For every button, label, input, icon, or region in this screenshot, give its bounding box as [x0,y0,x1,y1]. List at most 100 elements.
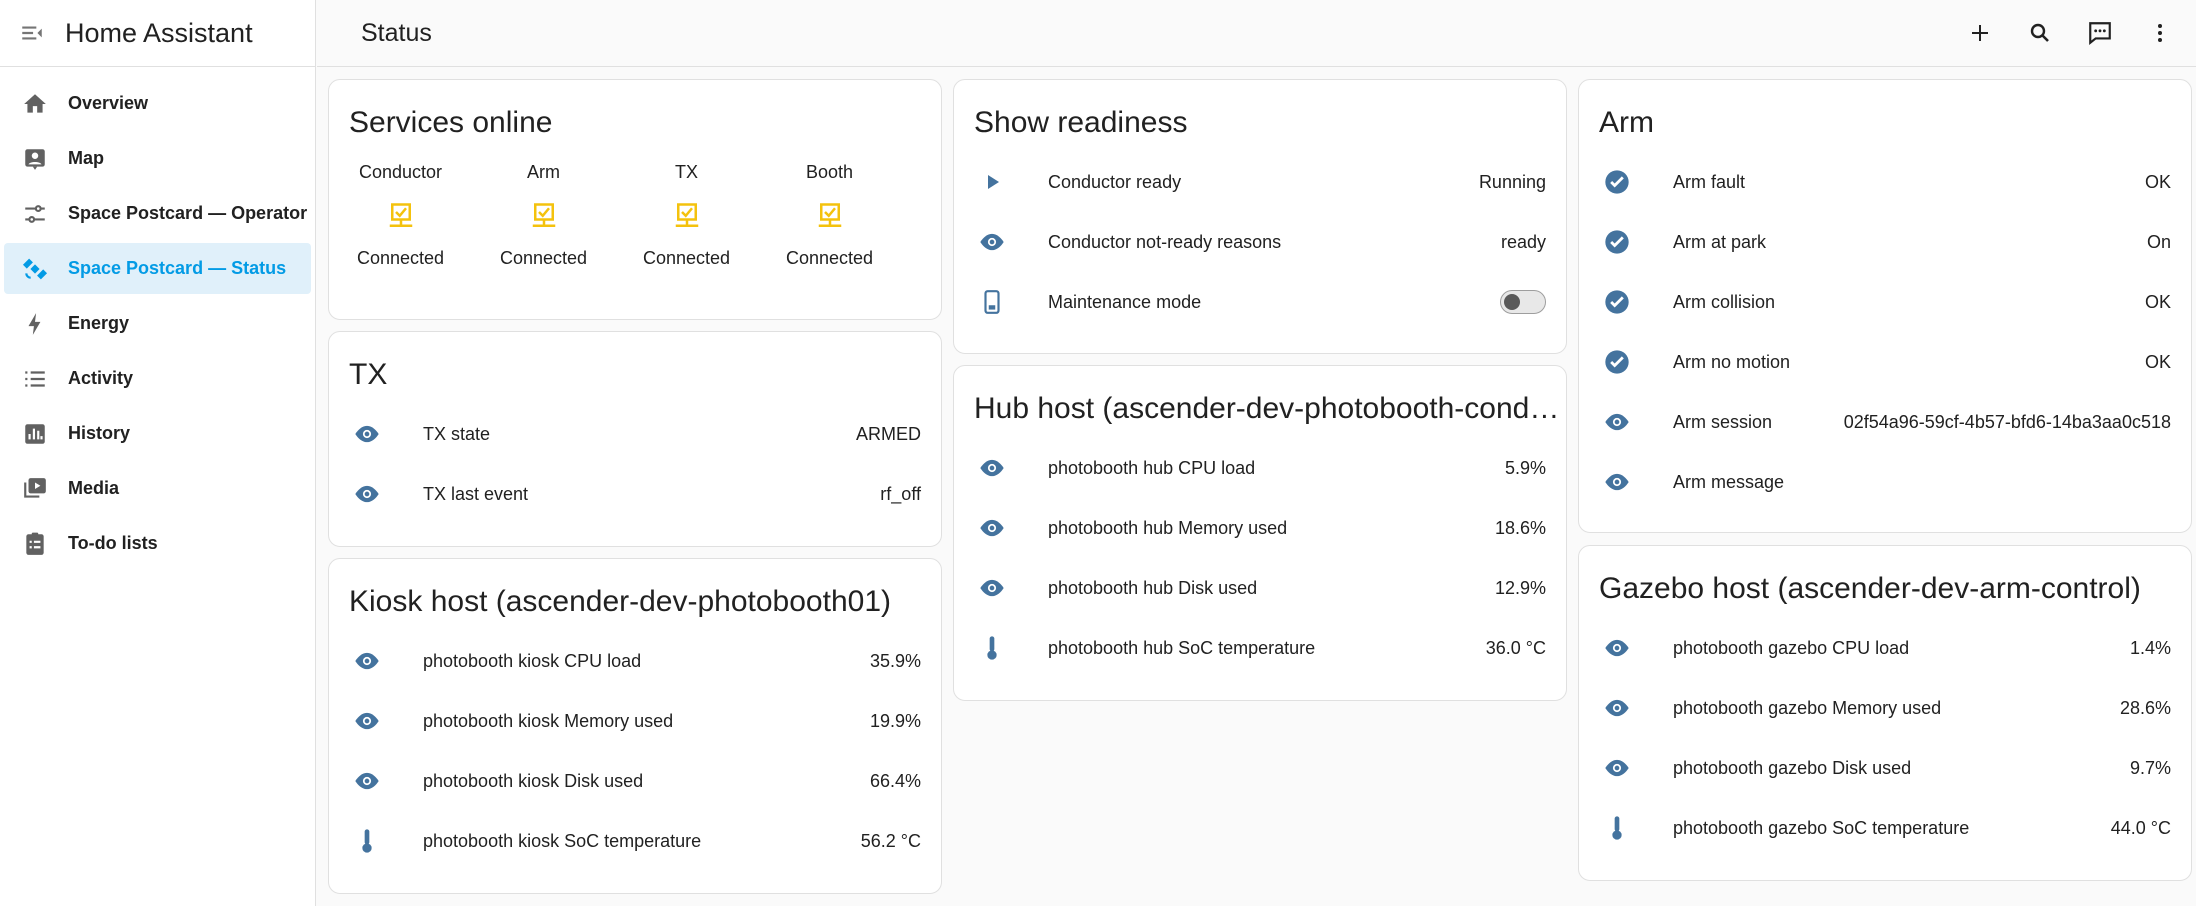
entity-row[interactable]: Conductor ready Running [954,152,1566,212]
entity-row[interactable]: Conductor not-ready reasons ready [954,212,1566,272]
entity-value: rf_off [880,483,921,504]
entity-row[interactable]: Arm no motion OK [1579,332,2191,392]
eye-icon [353,767,381,795]
entity-value: 19.9% [869,710,921,731]
chart-icon [19,418,51,450]
satellite-icon [19,253,51,285]
entity-row[interactable]: photobooth kiosk Memory used 19.9% [329,691,941,751]
maintenance-mode-toggle[interactable] [1500,290,1546,314]
entity-name: photobooth gazebo Memory used [1673,697,1942,718]
eye-icon [978,514,1006,542]
lan-connect-icon [758,192,901,242]
sidebar-item-operator[interactable]: Space Postcard — Operator [4,188,311,239]
entity-name: photobooth gazebo SoC temperature [1673,817,1970,838]
hub-host-card: Hub host (ascender-dev-photobooth-cond… … [953,365,1567,701]
entity-row[interactable]: Arm session 02f54a96-59cf-4b57-bfd6-14ba… [1579,392,2191,452]
show-readiness-card: Show readiness Conductor ready Running C… [953,79,1567,354]
entity-row[interactable]: TX state ARMED [329,404,941,464]
tune-icon [19,198,51,230]
card-title: Services online [349,106,553,139]
entity-name: photobooth kiosk Memory used [423,710,674,731]
glance-item-booth[interactable]: Booth Connected [758,162,901,272]
card-title: Gazebo host (ascender-dev-arm-control) [1599,572,2141,605]
entity-row[interactable]: photobooth hub SoC temperature 36.0 °C [954,618,1566,678]
glance-item-tx[interactable]: TX Connected [615,162,758,272]
page-title: Status [361,18,432,47]
entity-value: OK [2144,171,2171,192]
entity-row[interactable]: photobooth kiosk CPU load 35.9% [329,631,941,691]
eye-icon [978,454,1006,482]
add-icon[interactable] [1950,3,2010,63]
sidebar-item-todo[interactable]: To-do lists [4,518,311,569]
glance-name: Arm [527,162,560,182]
sidebar-item-overview[interactable]: Overview [4,78,311,129]
eye-icon [1603,468,1631,496]
arm-card: Arm Arm fault OK Arm at park On Arm coll… [1578,79,2192,533]
entity-row[interactable]: Arm at park On [1579,212,2191,272]
toggle-knob [1504,294,1520,310]
entity-value: ready [1500,231,1546,252]
sidebar-item-media[interactable]: Media [4,463,311,514]
entity-value: 12.9% [1494,577,1546,598]
eye-icon [353,420,381,448]
entity-row[interactable]: photobooth hub Memory used 18.6% [954,498,1566,558]
glance-name: TX [674,162,698,182]
glance-state: Connected [499,248,588,268]
card-title: Hub host (ascender-dev-photobooth-cond… [974,392,1560,425]
glance-item-conductor[interactable]: Conductor Connected [329,162,472,272]
entity-value: 56.2 °C [860,830,921,851]
entity-name: Arm at park [1673,231,1767,252]
entity-row[interactable]: photobooth kiosk SoC temperature 56.2 °C [329,811,941,871]
thermometer-icon [978,634,1006,662]
entity-name: photobooth kiosk SoC temperature [423,830,702,851]
entity-value: ARMED [855,423,921,444]
sidebar-item-status[interactable]: Space Postcard — Status [4,243,311,294]
eye-icon [1603,408,1631,436]
entity-value: 5.9% [1504,457,1546,478]
entity-row[interactable]: Arm fault OK [1579,152,2191,212]
menu-collapse-icon[interactable] [18,19,46,47]
entity-row[interactable]: Maintenance mode [954,272,1566,332]
assist-icon[interactable] [2070,3,2130,63]
entity-row[interactable]: photobooth gazebo SoC temperature 44.0 °… [1579,798,2191,858]
card-title: Show readiness [974,106,1188,139]
entity-row[interactable]: Arm collision OK [1579,272,2191,332]
home-icon [19,88,51,120]
search-icon[interactable] [2010,3,2070,63]
more-options-icon[interactable] [2130,3,2190,63]
entity-name: Arm session [1673,411,1773,432]
entity-row[interactable]: photobooth hub Disk used 12.9% [954,558,1566,618]
glance-item-arm[interactable]: Arm Connected [472,162,615,272]
sidebar-item-history[interactable]: History [4,408,311,459]
entity-value: 28.6% [2119,697,2171,718]
entity-name: photobooth hub Memory used [1048,517,1288,538]
entity-row[interactable]: photobooth kiosk Disk used 66.4% [329,751,941,811]
sidebar-item-energy[interactable]: Energy [4,298,311,349]
tx-card: TX TX state ARMED TX last event rf_off [328,331,942,547]
sidebar-item-label: Media [68,478,120,498]
entity-value: 1.4% [2129,637,2171,658]
entity-row[interactable]: photobooth gazebo Memory used 28.6% [1579,678,2191,738]
lan-connect-icon [472,192,615,242]
gazebo-host-card: Gazebo host (ascender-dev-arm-control) p… [1578,545,2192,881]
entity-value: 18.6% [1494,517,1546,538]
card-title: Arm [1599,106,1654,139]
entity-name: Arm fault [1673,171,1746,192]
sidebar-item-label: History [68,423,131,443]
card-title: TX [349,358,388,391]
entity-row[interactable]: Arm message [1579,452,2191,512]
entity-value: Running [1478,171,1546,192]
entity-name: Arm no motion [1673,351,1791,372]
eye-icon [1603,754,1631,782]
entity-row[interactable]: photobooth hub CPU load 5.9% [954,438,1566,498]
map-icon [19,143,51,175]
thermometer-icon [353,827,381,855]
entity-row[interactable]: photobooth gazebo CPU load 1.4% [1579,618,2191,678]
entity-row[interactable]: photobooth gazebo Disk used 9.7% [1579,738,2191,798]
check-circle-icon [1603,348,1631,376]
entity-row[interactable]: TX last event rf_off [329,464,941,524]
entity-name: Conductor ready [1048,171,1182,192]
entity-value: OK [2144,291,2171,312]
sidebar-item-activity[interactable]: Activity [4,353,311,404]
sidebar-item-map[interactable]: Map [4,133,311,184]
